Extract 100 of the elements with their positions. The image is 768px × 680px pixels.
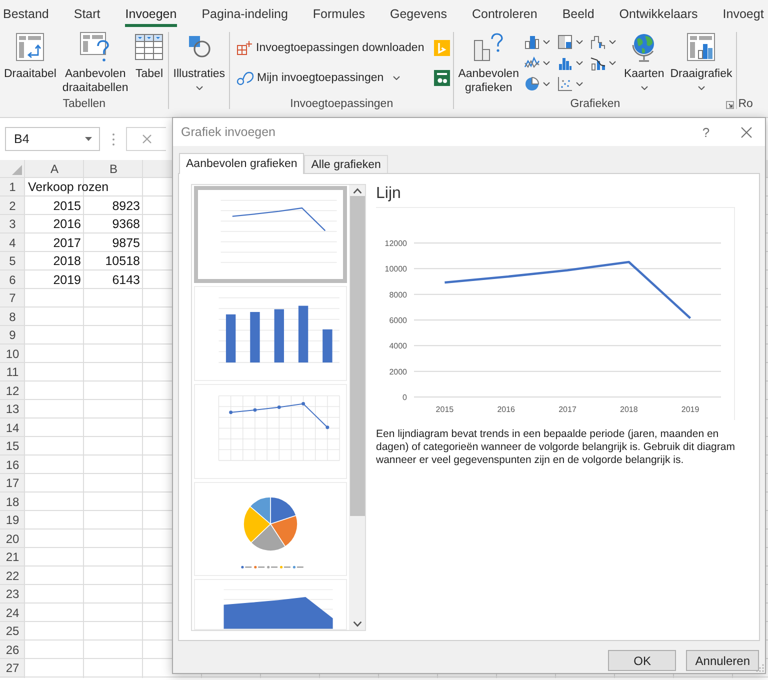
chevron-up-icon[interactable] [352, 188, 362, 194]
ribbon-tab[interactable]: Pagina-indeling [202, 0, 288, 27]
ribbon-tab[interactable]: Formules [312, 0, 365, 27]
dialog-button[interactable]: Annuleren [686, 650, 759, 671]
waterfall-chart-icon [590, 34, 606, 50]
ribbon-tab[interactable]: Gegevens [390, 0, 447, 27]
ribbon-button[interactable]: Draaigrafiek [667, 27, 736, 90]
row-header[interactable]: 11 [0, 363, 25, 382]
ribbon-tab[interactable]: Beeld [562, 0, 594, 27]
chart-description: Een lijndiagram bevat trends in een bepaalde periode (jaren, maanden en dagen) of categorieën wanneer de volgorde belangrijk is. Gebruik dit diagram wanneer er veel gegevenspunten zijn en de volgorde belangrijk is. [376, 428, 736, 467]
row-header[interactable]: 24 [0, 604, 25, 622]
column-chart-icon [524, 34, 540, 50]
row-header[interactable]: 10 [0, 344, 25, 363]
chevron-down-icon[interactable] [352, 621, 362, 627]
y-tick-label: 6000 [389, 316, 407, 325]
ribbon-button[interactable]: Draaitabel [1, 27, 60, 81]
cancel-icon [142, 134, 152, 144]
grip-icon[interactable] [112, 132, 115, 146]
row-header[interactable]: 19 [0, 511, 25, 530]
pie-legend-drawing [241, 565, 304, 568]
ribbon-button[interactable]: Aanbevolen draaitabellen [59, 27, 132, 95]
row-header[interactable]: 27 [0, 659, 25, 678]
table-cell-text: 2015 [52, 198, 82, 215]
logo-tile-icon[interactable] [434, 40, 450, 56]
caret-icon [542, 82, 550, 86]
row-header[interactable]: 18 [0, 492, 25, 511]
data-point [302, 402, 305, 406]
pie-slice [243, 506, 271, 543]
chart-bar [274, 309, 284, 363]
data-point [229, 410, 233, 414]
table-cell-text: 8923 [111, 198, 141, 215]
row-header[interactable]: 21 [0, 548, 25, 566]
group-label: Invoegtoepassingen [290, 98, 394, 110]
pie-slice [270, 496, 296, 524]
row-header[interactable]: 7 [0, 289, 25, 308]
close-icon [740, 126, 752, 138]
row-header[interactable]: 15 [0, 437, 25, 456]
group-label: Grafieken [570, 98, 620, 110]
caret-icon [608, 40, 616, 44]
row-header[interactable]: 4 [0, 234, 25, 252]
row-header[interactable]: 8 [0, 308, 25, 326]
chart-thumbnail[interactable] [194, 186, 347, 284]
ribbon-button[interactable]: Illustraties [170, 27, 228, 90]
table-question-icon [79, 31, 112, 63]
x-tick-label: 2016 [497, 405, 515, 414]
grid-plus-icon [236, 40, 254, 56]
ribbon-tab[interactable]: Bestand [3, 0, 49, 27]
row-header[interactable]: 5 [0, 252, 25, 270]
ribbon-tab[interactable]: Invoegt [722, 0, 764, 27]
data-point [253, 408, 257, 412]
row-header[interactable]: 6 [0, 270, 25, 289]
row-header[interactable]: 26 [0, 640, 25, 659]
row-header[interactable]: 23 [0, 585, 25, 604]
table-cell-text: 9875 [111, 234, 141, 252]
table-cell-text: 6143 [111, 272, 141, 289]
ribbon-tab[interactable]: Controleren [472, 0, 538, 27]
row-header[interactable]: 13 [0, 400, 25, 418]
table-cell-text: Verkoop rozen [27, 179, 110, 196]
caret-icon [576, 61, 583, 65]
y-tick-label: 4000 [389, 342, 407, 351]
caret-down-icon [85, 137, 92, 141]
ribbon-tab[interactable]: Ontwikkelaars [619, 0, 698, 27]
row-header[interactable]: 25 [0, 622, 25, 640]
ribbon-button[interactable]: Aanbevolen grafieken [455, 27, 522, 95]
ribbon-button[interactable]: Kaarten [620, 27, 668, 90]
scroll-thumb[interactable] [350, 196, 364, 516]
dialog-button[interactable]: OK [608, 650, 676, 671]
row-header[interactable]: 2 [0, 196, 25, 215]
row-header[interactable]: 22 [0, 566, 25, 585]
row-header[interactable]: 20 [0, 530, 25, 548]
dialog-tab[interactable]: Alle grafieken [304, 155, 388, 173]
table-cell-text: 2016 [52, 216, 82, 234]
y-tick-label: 2000 [389, 367, 407, 376]
row-header[interactable]: 14 [0, 418, 25, 437]
row-header[interactable]: 3 [0, 215, 25, 234]
name-box[interactable]: B4 [5, 127, 100, 151]
column-header[interactable]: A [25, 160, 84, 178]
chart-bar [226, 314, 236, 363]
ribbon-button[interactable]: Tabel [131, 27, 168, 81]
ribbon-tab[interactable]: Start [74, 0, 100, 27]
row-header[interactable]: 9 [0, 326, 25, 344]
scrollbar[interactable] [349, 185, 365, 630]
corner-arrow-icon[interactable] [726, 101, 734, 109]
column-header[interactable]: B [84, 160, 143, 178]
ribbon-button[interactable]: Mijn invoegtoepassingen [234, 67, 426, 89]
table-cell-text: 10518 [104, 253, 141, 270]
ribbon-button[interactable]: Invoegtoepassingen downloaden [234, 37, 426, 59]
cancel-button[interactable] [126, 127, 166, 151]
graph-tile-icon[interactable] [434, 70, 450, 86]
row-header[interactable]: 16 [0, 456, 25, 474]
row-header[interactable]: 12 [0, 382, 25, 400]
dialog-tab[interactable]: Aanbevolen grafieken [179, 153, 304, 174]
row-header[interactable]: 17 [0, 474, 25, 492]
group-label: Ro [738, 98, 753, 110]
table-cell-text: 9368 [111, 216, 141, 234]
x-tick-label: 2015 [436, 405, 454, 414]
scatter-chart-icon [556, 76, 573, 92]
caret-icon [576, 40, 583, 44]
row-header[interactable]: 1 [0, 178, 25, 196]
help-button[interactable]: ? [695, 121, 717, 143]
